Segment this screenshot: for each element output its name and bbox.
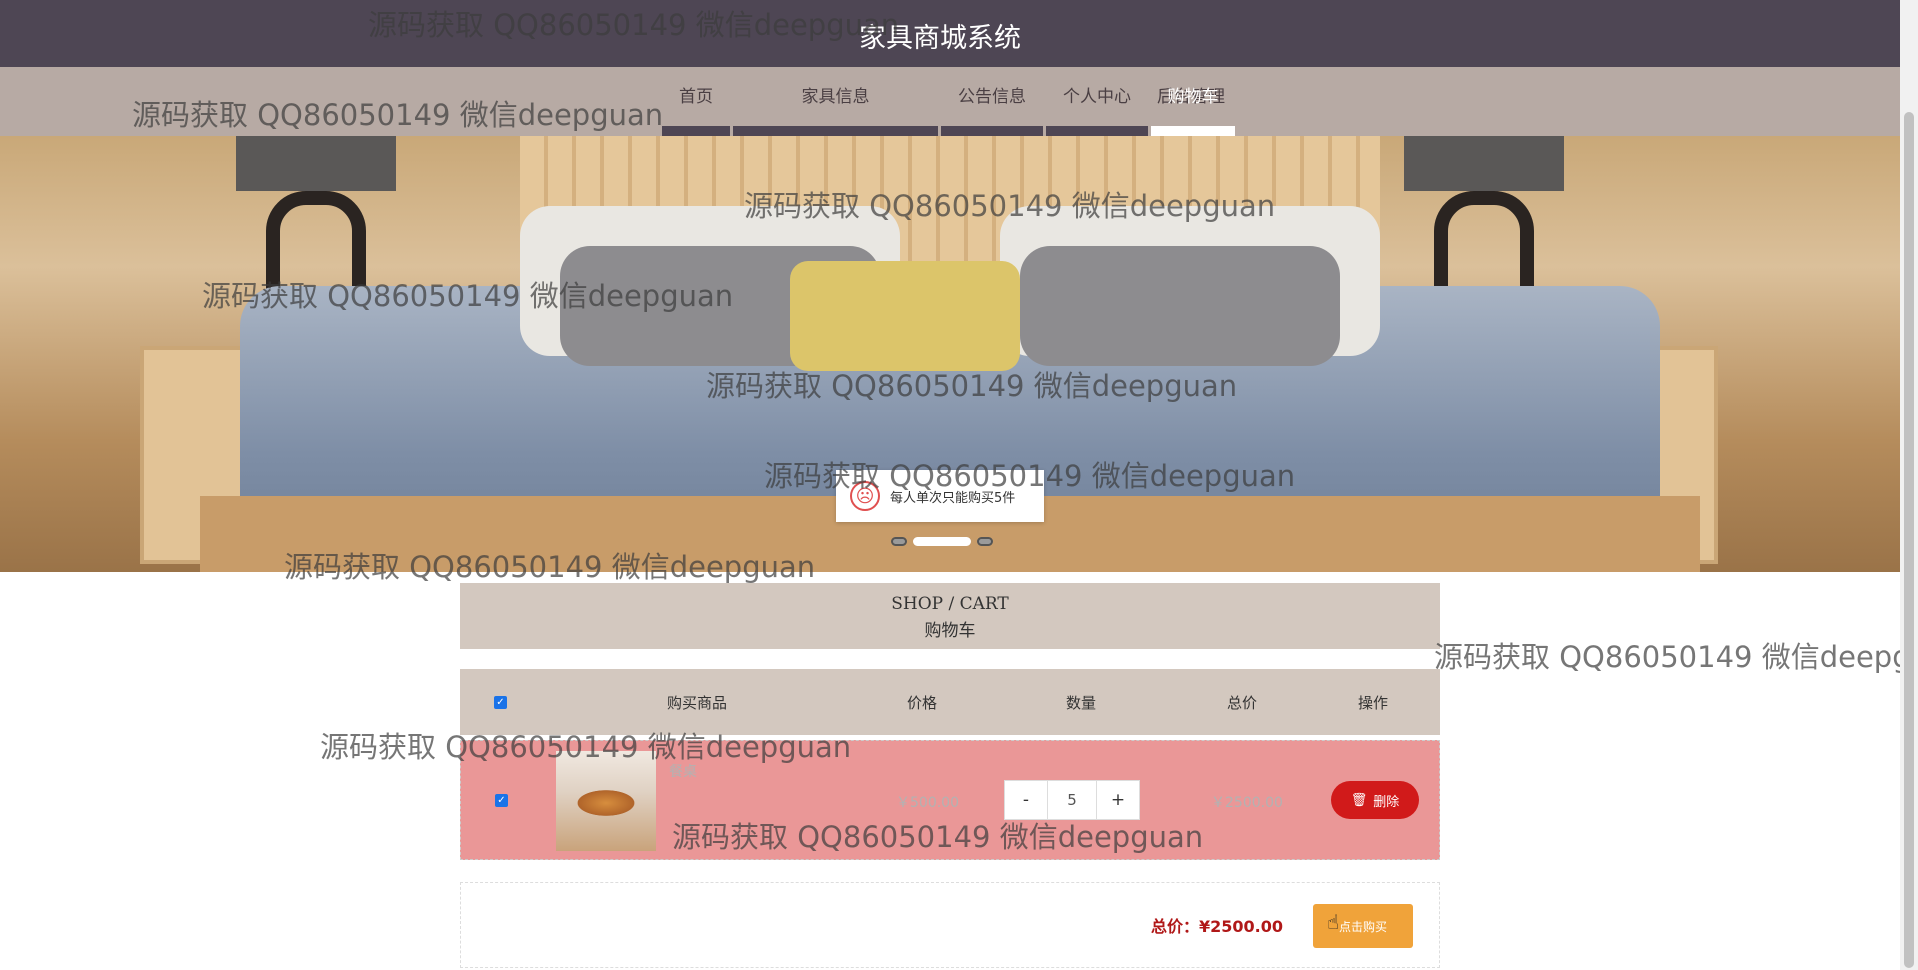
decrement-button[interactable]: -: [1005, 781, 1047, 819]
sad-face-icon: ☹: [850, 481, 880, 511]
product-subtotal: ￥2500.00: [1211, 795, 1283, 811]
total-price: 总价：¥2500.00: [1151, 913, 1283, 937]
page-scrollbar[interactable]: [1900, 0, 1918, 970]
nav-item-home[interactable]: 首页: [662, 67, 730, 136]
total-value: ¥2500.00: [1199, 917, 1284, 936]
increment-button[interactable]: +: [1097, 781, 1139, 819]
nav-item-furniture[interactable]: 家具信息: [733, 67, 938, 136]
total-label: 总价：: [1151, 917, 1200, 936]
checkmark-icon: ✓: [495, 794, 508, 807]
carousel-dot-2[interactable]: [913, 537, 971, 546]
row-checkbox[interactable]: ✓: [495, 794, 508, 807]
cart-heading-en: SHOP / CART: [891, 594, 1009, 614]
carousel-indicators: [891, 537, 993, 546]
carousel-dot-1[interactable]: [891, 537, 907, 546]
trash-icon: 🗑: [1350, 792, 1368, 808]
select-all-checkbox[interactable]: ✓: [494, 669, 507, 735]
hand-pointer-icon: ☝: [1327, 910, 1340, 934]
col-subtotal: 总价: [1227, 693, 1258, 712]
cart-summary: 总价：¥2500.00 点击购买: [460, 882, 1440, 968]
col-actions: 操作: [1358, 693, 1389, 712]
banner-pillow: [790, 261, 1020, 371]
banner-lamp-shade-right: [1404, 136, 1564, 191]
banner-lamp-shade-left: [236, 136, 396, 191]
cart-row: ✓ 餐桌 ￥500.00 - 5 + ￥2500.00 🗑 删除: [460, 740, 1440, 860]
nav-item-cart[interactable]: 购物车: [1151, 67, 1235, 136]
scrollbar-thumb[interactable]: [1904, 112, 1914, 968]
toast-message: 每人单次只能购买5件: [890, 490, 1016, 506]
col-product: 购买商品: [667, 693, 728, 712]
nav-item-profile[interactable]: 个人中心: [1046, 67, 1148, 136]
nav-item-notices[interactable]: 公告信息: [941, 67, 1043, 136]
product-price: ￥500.00: [896, 795, 959, 811]
delete-button[interactable]: 🗑 删除: [1331, 781, 1419, 819]
delete-label: 删除: [1373, 794, 1400, 810]
product-name[interactable]: 餐桌: [669, 761, 697, 781]
col-price: 价格: [907, 693, 938, 712]
carousel-dot-3[interactable]: [977, 537, 993, 546]
main-nav: 首页 家具信息 公告信息 个人中心 后台管理 购物车: [0, 67, 1900, 136]
cart-heading-zh: 购物车: [924, 621, 976, 641]
watermark-text: 源码获取 QQ86050149 微信deepguan: [1434, 640, 1900, 674]
cart-heading: SHOP / CART 购物车: [460, 583, 1440, 649]
limit-toast: ☹ 每人单次只能购买5件: [836, 470, 1044, 522]
top-header: 家具商城系统: [0, 0, 1900, 67]
site-title: 家具商城系统: [859, 23, 1021, 54]
col-quantity: 数量: [1066, 693, 1097, 712]
quantity-stepper: - 5 +: [1004, 780, 1140, 820]
checkmark-icon: ✓: [494, 695, 507, 709]
cart-table-header: ✓ 购买商品 价格 数量 总价 操作: [460, 669, 1440, 735]
quantity-input[interactable]: 5: [1047, 781, 1097, 819]
banner-pillow: [1020, 246, 1340, 366]
dining-table-thumbnail[interactable]: [556, 751, 656, 851]
